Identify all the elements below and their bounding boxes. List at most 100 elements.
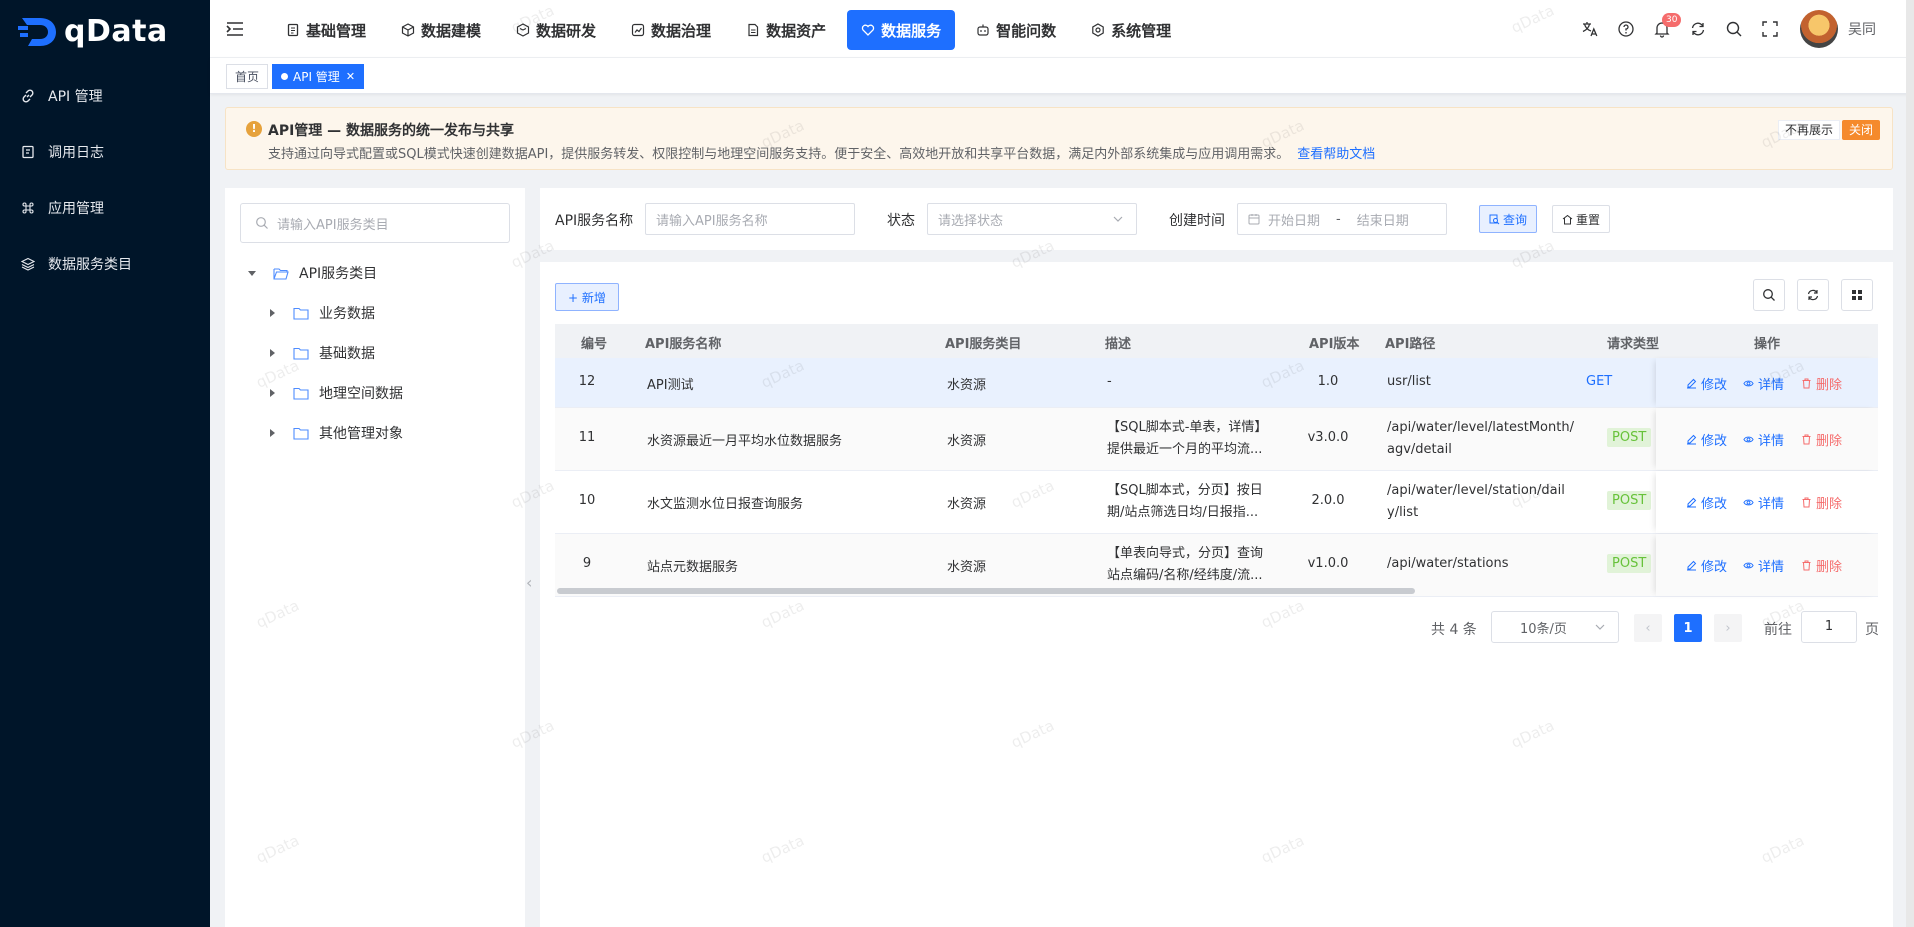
edit-button[interactable]: 修改 bbox=[1686, 493, 1727, 512]
cell-category: 水资源 bbox=[947, 434, 987, 449]
tag-api-management[interactable]: API 管理 ✕ bbox=[272, 64, 365, 89]
name-filter-input[interactable]: 请输入API服务名称 bbox=[645, 203, 855, 235]
nav-basic-management[interactable]: 基础管理 bbox=[272, 10, 380, 50]
add-api-button[interactable]: + 新增 bbox=[555, 283, 619, 311]
help-icon[interactable] bbox=[1608, 10, 1644, 48]
nav-smart-query[interactable]: 智能问数 bbox=[962, 10, 1070, 50]
delete-button[interactable]: 删除 bbox=[1801, 493, 1842, 512]
path-line: /api/water/level/latestMonth/ bbox=[1387, 420, 1574, 435]
detail-button[interactable]: 详情 bbox=[1743, 430, 1784, 449]
tree-node-business-data[interactable]: 业务数据 bbox=[267, 301, 375, 325]
tree-node-geo-data[interactable]: 地理空间数据 bbox=[267, 381, 403, 405]
delete-button[interactable]: 删除 bbox=[1801, 374, 1842, 393]
row-actions: 修改 详情 删除 bbox=[1656, 534, 1878, 596]
caret-right-icon[interactable] bbox=[267, 428, 277, 438]
nav-data-development[interactable]: 数据研发 bbox=[502, 10, 610, 50]
calendar-icon bbox=[1248, 213, 1260, 225]
nav-data-service[interactable]: 数据服务 bbox=[847, 10, 956, 50]
query-button[interactable]: 查询 bbox=[1479, 205, 1538, 233]
date-range-picker[interactable]: 开始日期 - 结束日期 bbox=[1237, 203, 1447, 235]
nav-data-assets[interactable]: 数据资产 bbox=[732, 10, 840, 50]
sidebar-item-label: 数据服务类目 bbox=[48, 257, 132, 273]
page-size-value: 10条/页 bbox=[1520, 621, 1567, 637]
nav-data-modeling[interactable]: 数据建模 bbox=[387, 10, 495, 50]
goto-label: 前往 bbox=[1764, 622, 1792, 638]
next-page-button[interactable]: › bbox=[1714, 614, 1742, 642]
refresh-table-button[interactable] bbox=[1797, 279, 1829, 311]
eye-icon bbox=[1743, 560, 1754, 571]
username[interactable]: 吴同 bbox=[1848, 19, 1876, 39]
dont-show-again-button[interactable]: 不再展示 bbox=[1777, 120, 1840, 140]
edit-button[interactable]: 修改 bbox=[1686, 430, 1727, 449]
search-icon[interactable] bbox=[1716, 10, 1752, 48]
tag-home[interactable]: 首页 bbox=[226, 64, 269, 89]
command-icon bbox=[20, 200, 36, 216]
sidebar-item-app-management[interactable]: 应用管理 bbox=[0, 180, 210, 236]
table-row[interactable]: 10 水文监测水位日报查询服务 水资源 【SQL脚本式，分页】按日 期/站点筛选日… bbox=[555, 471, 1878, 534]
caret-right-icon[interactable] bbox=[267, 348, 277, 358]
close-icon[interactable]: ✕ bbox=[346, 70, 355, 83]
total-count: 共 4 条 bbox=[1431, 622, 1477, 638]
refresh-icon[interactable] bbox=[1680, 10, 1716, 48]
tree-node-other-objects[interactable]: 其他管理对象 bbox=[267, 421, 403, 445]
desc-line: 【SQL脚本式，分页】按日 bbox=[1107, 483, 1263, 498]
close-notice-button[interactable]: 关闭 bbox=[1841, 120, 1880, 140]
edit-icon bbox=[1686, 560, 1697, 571]
status-select[interactable]: 请选择状态 bbox=[927, 203, 1137, 235]
link-icon bbox=[20, 88, 36, 104]
collapse-panel-icon[interactable]: ‹ bbox=[526, 573, 532, 592]
horizontal-scrollbar[interactable] bbox=[557, 588, 1415, 594]
reset-button[interactable]: 重置 bbox=[1552, 205, 1611, 233]
prev-page-button[interactable]: ‹ bbox=[1634, 614, 1662, 642]
search-icon bbox=[1762, 288, 1776, 302]
top-header: 基础管理 数据建模 数据研发 数据治理 数据资产 数据服务 智能问数 系统管理 bbox=[210, 0, 1914, 58]
brand-logo[interactable]: qData bbox=[0, 0, 210, 62]
sidebar-item-service-category[interactable]: 数据服务类目 bbox=[0, 236, 210, 292]
info-notice: ! API管理 — 数据服务的统一发布与共享 支持通过向导式配置或SQL模式快速… bbox=[225, 107, 1893, 170]
fullscreen-icon[interactable] bbox=[1752, 10, 1788, 48]
sidebar-item-label: 调用日志 bbox=[48, 145, 104, 161]
column-settings-button[interactable] bbox=[1841, 279, 1873, 311]
edit-button[interactable]: 修改 bbox=[1686, 374, 1727, 393]
nav-data-governance[interactable]: 数据治理 bbox=[617, 10, 725, 50]
detail-button[interactable]: 详情 bbox=[1743, 556, 1784, 575]
caret-right-icon[interactable] bbox=[267, 308, 277, 318]
caret-down-icon[interactable] bbox=[247, 268, 257, 278]
table-row[interactable]: 11 水资源最近一月平均水位数据服务 水资源 【SQL脚本式-单表，详情】 提供最… bbox=[555, 408, 1878, 471]
tree-node-root[interactable]: API服务类目 bbox=[247, 261, 377, 285]
help-doc-link[interactable]: 查看帮助文档 bbox=[1297, 147, 1375, 162]
table-row[interactable]: 12 API测试 水资源 - 1.0 usr/list GET 修改 详情 删除 bbox=[555, 358, 1878, 408]
cell-version: 2.0.0 bbox=[1311, 493, 1345, 508]
translate-icon[interactable] bbox=[1572, 10, 1608, 48]
menu-toggle-icon[interactable] bbox=[226, 21, 244, 37]
folder-icon bbox=[293, 427, 309, 440]
avatar[interactable] bbox=[1800, 10, 1838, 48]
tree-node-basic-data[interactable]: 基础数据 bbox=[267, 341, 375, 365]
goto-page-input[interactable]: 1 bbox=[1801, 611, 1857, 643]
delete-button[interactable]: 删除 bbox=[1801, 430, 1842, 449]
category-search-input[interactable]: 请输入API服务类目 bbox=[240, 203, 510, 243]
detail-button[interactable]: 详情 bbox=[1743, 374, 1784, 393]
op-label: 详情 bbox=[1758, 497, 1785, 512]
nav-label: 数据资产 bbox=[766, 21, 827, 40]
brand-name: qData bbox=[64, 13, 168, 49]
table-row[interactable]: 9 站点元数据服务 水资源 【单表向导式，分页】查询 站点编码/名称/经纬度/流.… bbox=[555, 534, 1878, 597]
toggle-search-button[interactable] bbox=[1753, 279, 1785, 311]
nav-label: 智能问数 bbox=[996, 21, 1057, 40]
notification-bell-icon[interactable]: 30 bbox=[1644, 10, 1682, 48]
nav-label: 数据服务 bbox=[881, 21, 942, 40]
sidebar-item-api-management[interactable]: API 管理 bbox=[0, 68, 210, 124]
page-size-select[interactable]: 10条/页 bbox=[1491, 611, 1619, 643]
cell-description: 【SQL脚本式，分页】按日 期/站点筛选日均/日报指... bbox=[1107, 480, 1263, 524]
edit-button[interactable]: 修改 bbox=[1686, 556, 1727, 575]
nav-system-management[interactable]: 系统管理 bbox=[1077, 10, 1185, 50]
detail-button[interactable]: 详情 bbox=[1743, 493, 1784, 512]
search-doc-icon bbox=[1489, 214, 1500, 225]
category-tree-panel: 请输入API服务类目 API服务类目 业务数据 基础数据 地理空间数据 其他管理… bbox=[225, 188, 525, 927]
top-nav: 基础管理 数据建模 数据研发 数据治理 数据资产 数据服务 智能问数 系统管理 bbox=[272, 10, 1192, 50]
caret-right-icon[interactable] bbox=[267, 388, 277, 398]
sidebar-item-call-log[interactable]: 调用日志 bbox=[0, 124, 210, 180]
page-scrollbar[interactable] bbox=[1906, 0, 1914, 927]
delete-button[interactable]: 删除 bbox=[1801, 556, 1842, 575]
page-number-button[interactable]: 1 bbox=[1674, 614, 1702, 642]
